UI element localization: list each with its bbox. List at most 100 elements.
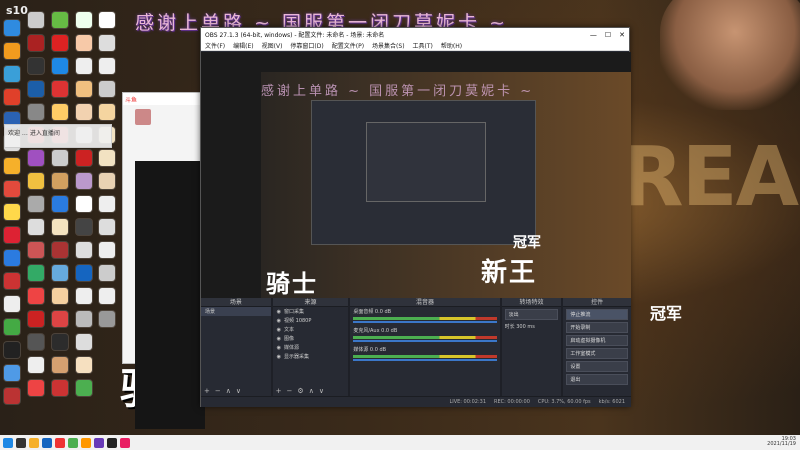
- notification-popup[interactable]: 欢迎 … 进入直播间: [4, 124, 112, 148]
- source-item[interactable]: ◉ 视频 1080P: [273, 316, 349, 325]
- desktop-icon[interactable]: [76, 219, 92, 235]
- eye-icon[interactable]: ◉: [277, 345, 281, 351]
- eye-icon[interactable]: ◉: [277, 336, 281, 342]
- obs-window[interactable]: OBS 27.1.3 (64-bit, windows) - 配置文件: 未命名…: [200, 27, 631, 407]
- desktop-icon[interactable]: [76, 58, 92, 74]
- source-item[interactable]: ◉ 窗口采集: [273, 307, 349, 316]
- desktop-icon[interactable]: [52, 380, 68, 396]
- desktop-icon[interactable]: [28, 58, 44, 74]
- search-icon[interactable]: [16, 437, 26, 448]
- eye-icon[interactable]: ◉: [277, 354, 281, 360]
- desktop-icon[interactable]: [99, 150, 115, 166]
- close-icon[interactable]: ✕: [619, 31, 625, 39]
- duration-value[interactable]: 300 ms: [516, 324, 535, 330]
- down-icon[interactable]: ∨: [319, 387, 324, 395]
- desktop-icon[interactable]: [28, 35, 44, 51]
- taskbar-app-icon[interactable]: [81, 437, 91, 448]
- desktop-icon[interactable]: [28, 12, 44, 28]
- desktop-icon[interactable]: [4, 158, 20, 174]
- studio-mode-button[interactable]: 工作室模式: [566, 348, 628, 359]
- desktop-icon[interactable]: [99, 104, 115, 120]
- desktop-icon[interactable]: [52, 265, 68, 281]
- desktop-icon[interactable]: [28, 288, 44, 304]
- desktop-icon[interactable]: [4, 181, 20, 197]
- start-recording-button[interactable]: 开始录制: [566, 322, 628, 333]
- desktop-icon[interactable]: [28, 219, 44, 235]
- desktop-icon[interactable]: [99, 173, 115, 189]
- desktop-icon[interactable]: [99, 35, 115, 51]
- taskbar-app-icon[interactable]: [94, 437, 104, 448]
- desktop-icon[interactable]: [99, 12, 115, 28]
- desktop-icon[interactable]: [4, 319, 20, 335]
- taskbar-app-icon[interactable]: [29, 437, 39, 448]
- desktop-icon[interactable]: [4, 388, 20, 404]
- source-item[interactable]: ◉ 显示器采集: [273, 352, 349, 361]
- menu-tools[interactable]: 工具(T): [413, 41, 433, 50]
- desktop-icon[interactable]: [76, 35, 92, 51]
- taskbar-app-icon[interactable]: [68, 437, 78, 448]
- down-icon[interactable]: ∨: [236, 387, 241, 395]
- menu-docks[interactable]: 停靠窗口(D): [290, 41, 323, 50]
- desktop-icon[interactable]: [28, 81, 44, 97]
- remove-icon[interactable]: −: [215, 387, 221, 395]
- source-item[interactable]: ◉ 媒体源: [273, 343, 349, 352]
- desktop-icon[interactable]: [4, 365, 20, 381]
- scene-item[interactable]: 场景: [201, 307, 271, 316]
- menu-file[interactable]: 文件(F): [205, 41, 225, 50]
- desktop-icon[interactable]: [76, 242, 92, 258]
- obs-titlebar[interactable]: OBS 27.1.3 (64-bit, windows) - 配置文件: 未命名…: [201, 28, 629, 41]
- desktop-icon[interactable]: [52, 311, 68, 327]
- desktop-icon[interactable]: [52, 242, 68, 258]
- desktop-icon[interactable]: [4, 66, 20, 82]
- desktop-icon[interactable]: [28, 104, 44, 120]
- desktop-icon[interactable]: [76, 380, 92, 396]
- desktop-icon[interactable]: [28, 242, 44, 258]
- add-icon[interactable]: +: [204, 387, 210, 395]
- desktop-icon[interactable]: [52, 288, 68, 304]
- eye-icon[interactable]: ◉: [277, 327, 281, 333]
- transition-select[interactable]: 淡出: [504, 309, 559, 320]
- taskbar-app-icon[interactable]: [42, 437, 52, 448]
- desktop-icon[interactable]: [76, 150, 92, 166]
- desktop-icon[interactable]: [99, 242, 115, 258]
- desktop-icon[interactable]: [28, 196, 44, 212]
- menu-profile[interactable]: 配置文件(P): [332, 41, 364, 50]
- desktop-icon[interactable]: [76, 104, 92, 120]
- desktop-icon[interactable]: [76, 173, 92, 189]
- desktop-icon[interactable]: [76, 357, 92, 373]
- desktop-icon[interactable]: [76, 12, 92, 28]
- desktop-icon[interactable]: [52, 196, 68, 212]
- menu-edit[interactable]: 编辑(E): [233, 41, 253, 50]
- desktop-icon[interactable]: [28, 380, 44, 396]
- desktop-icon[interactable]: [4, 227, 20, 243]
- obs-preview[interactable]: 感谢上单路 ~ 国服第一闭刀莫妮卡 ~ 骑士 新王 冠军: [201, 52, 631, 315]
- desktop-icon[interactable]: [52, 12, 68, 28]
- desktop-icon[interactable]: [99, 288, 115, 304]
- gear-icon[interactable]: ⚙: [297, 387, 303, 395]
- volume-slider[interactable]: [353, 340, 497, 342]
- remove-icon[interactable]: −: [287, 387, 293, 395]
- taskbar-app-icon[interactable]: [120, 437, 130, 448]
- volume-slider[interactable]: [353, 359, 497, 361]
- desktop-icon[interactable]: [4, 273, 20, 289]
- taskbar-app-icon[interactable]: [55, 437, 65, 448]
- eye-icon[interactable]: ◉: [277, 309, 281, 315]
- desktop-icon[interactable]: [76, 288, 92, 304]
- windows-start-icon[interactable]: [3, 437, 13, 448]
- desktop-icon[interactable]: [52, 150, 68, 166]
- desktop-icon[interactable]: [52, 58, 68, 74]
- desktop-icon[interactable]: [99, 219, 115, 235]
- desktop-icon[interactable]: [76, 265, 92, 281]
- up-icon[interactable]: ∧: [309, 387, 314, 395]
- source-item[interactable]: ◉ 图像: [273, 334, 349, 343]
- desktop-icon[interactable]: [28, 334, 44, 350]
- desktop-icon[interactable]: [4, 204, 20, 220]
- desktop-icon[interactable]: [99, 265, 115, 281]
- desktop-icon[interactable]: [4, 342, 20, 358]
- desktop-icon[interactable]: [4, 296, 20, 312]
- desktop-icon[interactable]: [76, 334, 92, 350]
- minimize-icon[interactable]: —: [590, 31, 597, 39]
- stop-streaming-button[interactable]: 停止推流: [566, 309, 628, 320]
- desktop-icon[interactable]: [52, 35, 68, 51]
- menu-view[interactable]: 视图(V): [262, 41, 283, 50]
